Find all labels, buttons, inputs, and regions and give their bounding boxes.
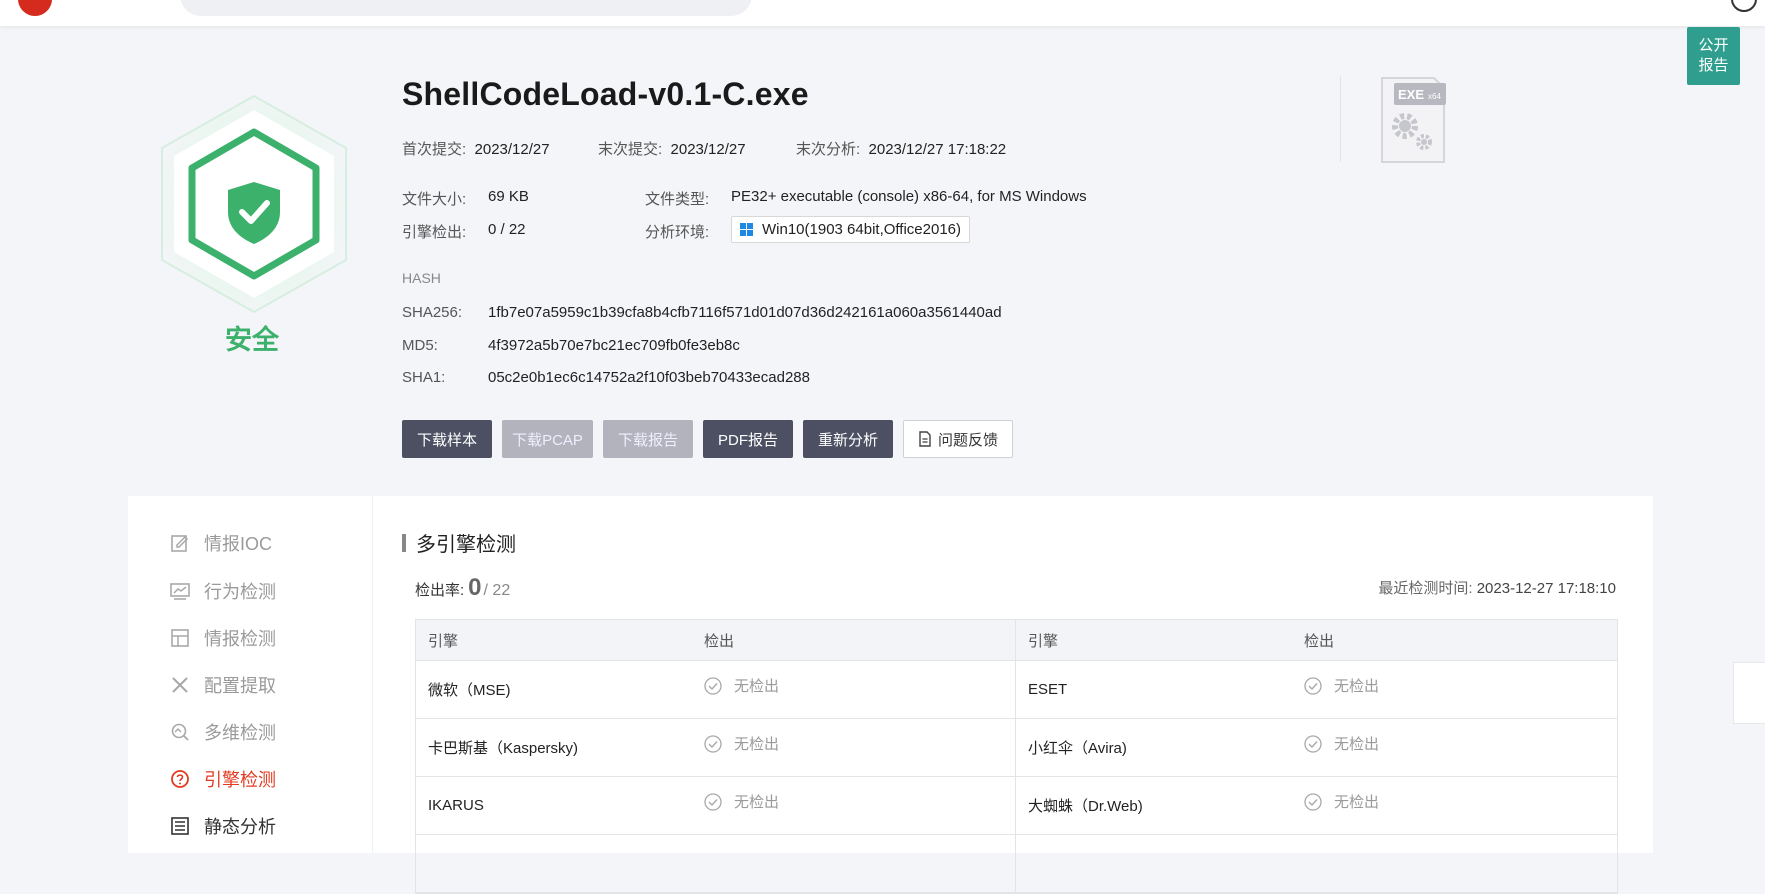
sidebar-item-config[interactable]: 配置提取 [170,672,276,698]
search-input[interactable] [180,0,752,16]
sidebar: 情报IOC 行为检测 情报检测 配置提取 多维检测 引擎检测 静态分析 [128,496,373,853]
top-navbar [0,0,1765,26]
windows-icon [740,223,753,236]
tools-icon [172,677,188,693]
sha1-value[interactable]: 05c2e0b1ec6c14752a2f10f03beb70433ecad288 [488,369,810,386]
check-circle-icon [1304,792,1322,811]
file-type-label: 文件类型: [645,191,710,208]
md5-label: MD5: [402,337,438,354]
sidebar-item-multidim[interactable]: 多维检测 [170,719,276,745]
md5-value[interactable]: 4f3972a5b70e7bc21ec709fb0fe3eb8c [488,337,740,354]
engine-detect-value: 0 / 22 [488,221,526,238]
radar-search-icon [171,723,189,741]
file-size-label: 文件大小: [402,191,467,208]
monitor-chart-icon [170,583,190,600]
sha256-label: SHA256: [402,304,463,321]
sidebar-item-static[interactable]: 静态分析 [170,813,276,839]
table-header: 引擎 检出 引擎 检出 [416,620,1617,661]
engine-name: 大蜘蛛（Dr.Web) [1028,798,1143,815]
check-circle-icon [704,734,722,753]
check-circle-icon [1304,676,1322,695]
table-row: IKARUS 无检出 大蜘蛛（Dr.Web) 无检出 [416,777,1617,835]
col-engine: 引擎 [1028,632,1059,650]
env-badge: Win10(1903 64bit,Office2016) [731,216,971,243]
detection-rate: 检出率: 0 / 22 [415,574,511,601]
section-title: 多引擎检测 [402,528,516,557]
file-name: ShellCodeLoad-v0.1-C.exe [402,76,809,112]
engine-name: 小红伞（Avira) [1028,740,1127,757]
sidebar-item-behavior[interactable]: 行为检测 [170,578,276,604]
engine-detect-label: 引擎检出: [402,224,467,241]
check-circle-icon [704,792,722,811]
public-report-button[interactable]: 公开 报告 [1687,27,1740,85]
engine-circle-icon [171,770,189,788]
list-icon [171,817,189,835]
verdict-label: 安全 [225,325,279,355]
first-submit: 首次提交: 2023/12/27 [402,141,550,158]
file-type-value: PE32+ executable (console) x86-64, for M… [731,188,1087,205]
sidebar-item-ioc[interactable]: 情报IOC [170,530,272,556]
logo-icon[interactable] [18,0,52,16]
detection-cell: 无检出 [692,719,1016,776]
last-analysis: 末次分析: 2023/12/27 17:18:22 [796,141,1007,158]
download-pcap-button[interactable]: 下载PCAP [502,420,593,458]
col-detection: 检出 [1304,632,1335,650]
edit-doc-icon [171,535,189,552]
feedback-icon [919,431,931,447]
env-label: 分析环境: [645,224,710,241]
title-accent-bar [402,533,406,552]
exe-file-icon: EXE x64 [1381,77,1446,163]
detection-cell: 无检出 [1292,661,1617,718]
engine-name: 微软（MSE) [428,682,511,699]
table-row: 微软（MSE) 无检出 ESET 无检出 [416,661,1617,719]
download-report-button[interactable]: 下载报告 [603,420,693,458]
detection-cell: 无检出 [1292,777,1617,834]
pdf-report-button[interactable]: PDF报告 [703,420,793,458]
avatar[interactable] [1731,0,1757,12]
svg-text:x64: x64 [1428,92,1441,101]
sha1-label: SHA1: [402,369,446,386]
reanalyze-button[interactable]: 重新分析 [803,420,893,458]
engine-name: 卡巴斯基（Kaspersky) [428,740,579,757]
layout-icon [171,629,189,647]
col-engine: 引擎 [428,632,459,650]
last-submit: 末次提交: 2023/12/27 [598,141,746,158]
table-row: 卡巴斯基（Kaspersky) 无检出 小红伞（Avira) 无检出 [416,719,1617,777]
detection-cell: 无检出 [692,661,1016,718]
engine-name: IKARUS [428,797,484,814]
detection-cell: 无检出 [692,777,1016,834]
table-row [416,835,1617,893]
feedback-button[interactable]: 问题反馈 [903,420,1013,458]
safe-shield-icon [161,94,347,314]
detection-cell: 无检出 [1292,719,1617,776]
engine-name: ESET [1028,681,1068,698]
last-detect-time: 最近检测时间: 2023-12-27 17:18:10 [1378,580,1616,597]
col-detection: 检出 [692,620,1016,660]
svg-text:EXE: EXE [1398,87,1424,102]
sha256-value[interactable]: 1fb7e07a5959c1b39cfa8b4cfb7116f571d01d07… [488,304,1002,321]
check-circle-icon [704,676,722,695]
download-sample-button[interactable]: 下载样本 [402,420,492,458]
scroll-to-top-button[interactable] [1733,662,1765,724]
header-divider [1340,76,1341,162]
sidebar-item-engine[interactable]: 引擎检测 [170,766,276,792]
check-circle-icon [1304,734,1322,753]
hash-heading: HASH [402,270,441,286]
sidebar-item-intel[interactable]: 情报检测 [170,625,276,651]
file-size-value: 69 KB [488,188,529,205]
